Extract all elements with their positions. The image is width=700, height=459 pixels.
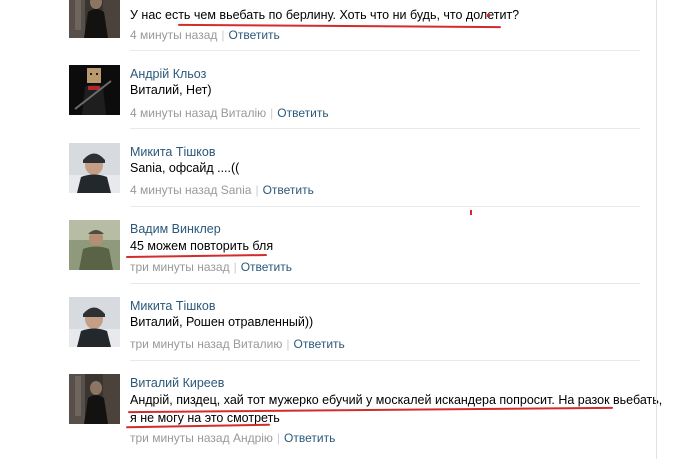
comment-author[interactable]: Вадим Винклер [130, 222, 221, 236]
reply-link[interactable]: Ответить [263, 183, 314, 197]
comment-meta: 4 минуты назад | Ответить [130, 28, 280, 42]
annotation-mark [470, 210, 472, 215]
reply-to-name: Sania [220, 183, 252, 197]
reply-link[interactable]: Ответить [284, 431, 335, 445]
reply-to-name: Виталию [232, 337, 283, 351]
comment-time[interactable]: 4 минуты назад [130, 183, 217, 197]
comment-text-line-1: Андрій, пиздец, хай тот мужерко ебучий у… [130, 393, 663, 407]
comment-meta: 4 минуты назад Sania | Ответить [130, 183, 314, 197]
comment-text: Sania, офсайд ....(( [130, 161, 240, 175]
separator: | [270, 106, 274, 120]
comment-meta: три минуты назад Андрію | Ответить [130, 431, 335, 445]
reply-to-name: Виталію [220, 106, 267, 120]
comment-time[interactable]: три минуты назад [130, 337, 230, 351]
reply-link[interactable]: Ответить [241, 260, 292, 274]
comment-author[interactable]: Виталий Киреев [130, 376, 224, 390]
comment-text: У нас есть чем вьебать по берлину. Хоть … [130, 8, 520, 22]
comment-time[interactable]: три минуты назад [130, 431, 230, 445]
comment-divider [130, 360, 640, 361]
comment-time[interactable]: 4 минуты назад [130, 106, 217, 120]
avatar[interactable] [69, 374, 120, 424]
separator: | [276, 431, 281, 445]
reply-link[interactable]: Ответить [277, 106, 328, 120]
comment-time[interactable]: три минуты назад [130, 260, 230, 274]
comment-text: 45 можем повторить бля [130, 239, 274, 253]
comment-divider [130, 50, 640, 51]
separator: | [255, 183, 259, 197]
avatar[interactable] [69, 143, 120, 193]
comment-meta: три минуты назад Виталию | Ответить [130, 337, 345, 351]
comment-author[interactable]: Микита Тішков [130, 299, 216, 313]
avatar[interactable] [69, 297, 120, 347]
reply-link[interactable]: Ответить [294, 337, 345, 351]
feed-border [656, 0, 657, 459]
comment-meta: три минуты назад | Ответить [130, 260, 292, 274]
comment-divider [130, 283, 640, 284]
avatar[interactable] [69, 65, 120, 115]
reply-link[interactable]: Ответить [229, 28, 280, 42]
reply-to-name: Андрію [232, 431, 273, 445]
comments-feed: У нас есть чем вьебать по берлину. Хоть … [0, 0, 663, 459]
comment-meta: 4 минуты назад Виталію | Ответить [130, 106, 329, 120]
annotation-mark [487, 14, 490, 17]
comment-author[interactable]: Микита Тішков [130, 145, 216, 159]
separator: | [221, 28, 225, 42]
comment-text: Виталий, Нет) [130, 83, 212, 97]
comment-divider [130, 128, 640, 129]
comment-divider [130, 206, 640, 207]
separator: | [233, 260, 237, 274]
comment-author[interactable]: Андрій Кльоз [130, 67, 206, 81]
avatar[interactable] [69, 220, 120, 270]
avatar[interactable] [69, 0, 120, 38]
comment-text: Виталий, Рошен отравленный)) [130, 315, 314, 329]
separator: | [286, 337, 290, 351]
comment-time[interactable]: 4 минуты назад [130, 28, 217, 42]
